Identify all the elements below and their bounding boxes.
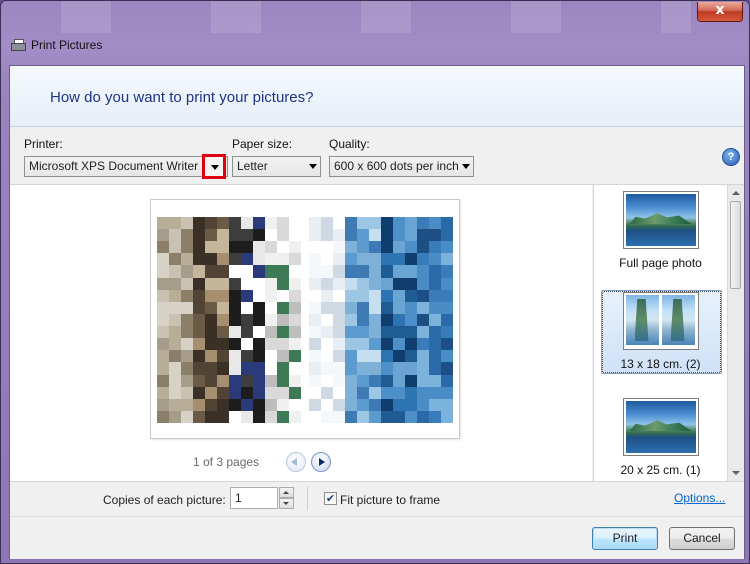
- printer-dropdown-button[interactable]: [202, 154, 226, 179]
- window-title: Print Pictures: [31, 38, 103, 52]
- copies-input[interactable]: 1: [230, 487, 278, 509]
- paper-size-select[interactable]: Letter: [232, 156, 321, 177]
- preview-photo-2: [309, 217, 453, 423]
- fit-to-frame-checkbox[interactable]: ✔: [324, 492, 337, 505]
- copies-increment-button[interactable]: [279, 487, 294, 498]
- preview-area: 1 of 3 pages: [10, 185, 592, 481]
- chevron-down-icon: [283, 502, 289, 505]
- print-button[interactable]: Print: [592, 527, 658, 550]
- chevron-down-icon: [211, 165, 219, 170]
- quality-label: Quality:: [329, 137, 370, 151]
- quality-select[interactable]: 600 x 600 dots per inch: [329, 156, 474, 177]
- options-link[interactable]: Options...: [674, 491, 725, 505]
- page-preview: [150, 199, 460, 439]
- close-button[interactable]: x: [697, 2, 743, 22]
- scroll-down-icon[interactable]: [732, 471, 740, 475]
- fit-to-frame-label[interactable]: Fit picture to frame: [340, 493, 440, 507]
- previous-page-icon: [291, 458, 297, 466]
- layout-thumbnail: [622, 292, 699, 350]
- chevron-down-icon: [309, 164, 317, 169]
- layout-20x25-one[interactable]: 20 x 25 cm. (1): [594, 398, 727, 477]
- layout-13x18-two[interactable]: 13 x 18 cm. (2): [594, 290, 727, 374]
- quality-value: 600 x 600 dots per inch: [334, 159, 459, 173]
- copies-label: Copies of each picture:: [103, 493, 226, 507]
- printer-select-value: Microsoft XPS Document Writer: [29, 159, 199, 173]
- preview-photo-1: [157, 217, 301, 423]
- printer-select[interactable]: Microsoft XPS Document Writer: [24, 156, 228, 177]
- divider: [10, 481, 744, 482]
- layout-thumbnail: [622, 398, 699, 456]
- title-bar: Print Pictures: [11, 38, 102, 52]
- scroll-thumb[interactable]: [730, 201, 741, 289]
- next-page-icon: [319, 458, 325, 466]
- chevron-down-icon: [462, 164, 470, 169]
- page-indicator: 1 of 3 pages: [193, 455, 260, 469]
- background-titlebar-ghost: [1, 1, 691, 33]
- layout-label: 20 x 25 cm. (1): [620, 463, 701, 477]
- printer-label: Printer:: [24, 137, 63, 151]
- chevron-up-icon: [283, 491, 289, 494]
- cancel-button[interactable]: Cancel: [669, 527, 735, 550]
- window-frame: x Print Pictures How do you want to prin…: [0, 0, 750, 564]
- layout-scrollbar[interactable]: [727, 185, 744, 481]
- dialog-client: How do you want to print your pictures? …: [9, 65, 745, 559]
- next-page-button[interactable]: [311, 452, 331, 472]
- layout-label: 13 x 18 cm. (2): [620, 357, 701, 371]
- layout-thumbnail: [622, 191, 699, 249]
- previous-page-button[interactable]: [286, 452, 306, 472]
- scroll-up-icon[interactable]: [732, 191, 740, 195]
- page-title: How do you want to print your pictures?: [50, 89, 314, 106]
- help-icon[interactable]: ?: [722, 148, 740, 166]
- paper-size-label: Paper size:: [232, 137, 293, 151]
- layout-label: Full page photo: [619, 256, 702, 270]
- divider: [307, 486, 308, 511]
- header-band: How do you want to print your pictures?: [10, 66, 744, 127]
- footer: Print Cancel: [10, 516, 744, 559]
- copies-decrement-button[interactable]: [279, 498, 294, 509]
- layout-list: Full page photo 13 x 18 cm. (2) 20 x 25 …: [593, 185, 727, 481]
- paper-size-value: Letter: [237, 159, 268, 173]
- printer-icon: [11, 39, 26, 51]
- layout-full-page-photo[interactable]: Full page photo: [594, 191, 727, 270]
